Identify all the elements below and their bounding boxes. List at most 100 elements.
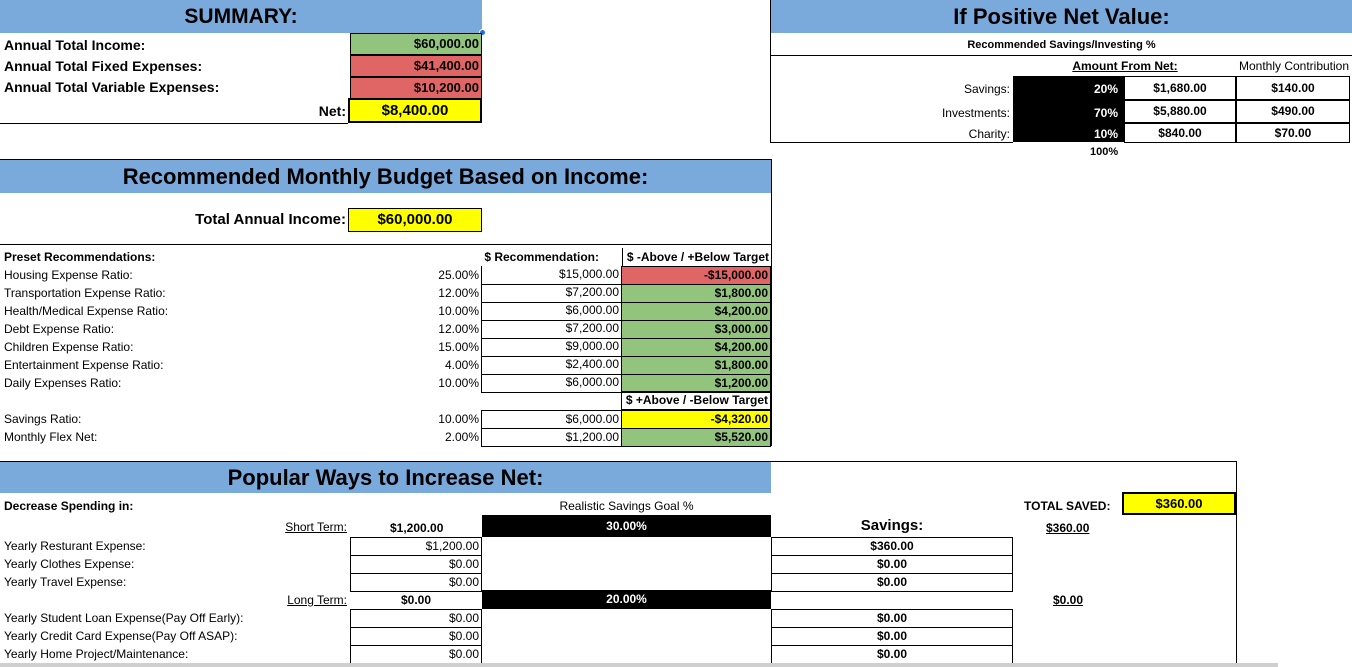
positive-investments-monthly[interactable]: $490.00 [1236, 100, 1350, 123]
spend-row-saving[interactable]: $0.00 [771, 645, 1013, 664]
positive-charity-monthly[interactable]: $70.00 [1236, 123, 1350, 143]
summary-variable-label: Annual Total Variable Expenses: [4, 79, 220, 95]
spend-row-value[interactable]: $0.00 [350, 573, 482, 592]
summary-bottom-border [0, 123, 348, 124]
short-term-savings-header: Savings: [860, 517, 924, 534]
positive-investments-pct[interactable]: 70% [1013, 106, 1124, 120]
budget-row-label: Health/Medical Expense Ratio: [4, 304, 169, 318]
increase-decrease-label: Decrease Spending in: [4, 499, 134, 513]
budget-row-rec[interactable]: $15,000.00 [481, 266, 622, 285]
budget-row-label: Transportation Expense Ratio: [4, 286, 166, 300]
budget-row: Savings Ratio: 10.00% $6,000.00 -$4,320.… [0, 410, 771, 429]
budget-row-rec[interactable]: $1,200.00 [481, 428, 622, 447]
budget-row: Debt Expense Ratio: 12.00% $7,200.00 $3,… [0, 320, 771, 339]
budget-row-diff[interactable]: -$4,320.00 [621, 410, 771, 429]
long-term-total: $0.00 [401, 593, 432, 607]
budget-row-pct[interactable]: 25.00% [380, 268, 479, 282]
budget-row-diff[interactable]: $3,000.00 [621, 320, 771, 339]
budget-row-pct[interactable]: 10.00% [380, 376, 479, 390]
budget-rec-header: $ Recommendation: [484, 250, 599, 264]
positive-total-pct: 100% [1090, 146, 1119, 158]
budget-row-rec[interactable]: $9,000.00 [481, 338, 622, 357]
long-term-label: Long Term: [287, 593, 347, 607]
budget-row-diff[interactable]: $1,800.00 [621, 284, 771, 303]
summary-fixed-label: Annual Total Fixed Expenses: [4, 58, 203, 74]
positive-savings-monthly[interactable]: $140.00 [1236, 76, 1350, 100]
budget-row: Health/Medical Expense Ratio: 10.00% $6,… [0, 302, 771, 321]
budget-row-label: Daily Expenses Ratio: [4, 376, 122, 390]
increase-total-saved-label: TOTAL SAVED: [1024, 499, 1111, 513]
budget-row-pct[interactable]: 10.00% [380, 412, 479, 426]
summary-variable-value[interactable]: $10,200.00 [350, 77, 482, 99]
positive-charity-pct[interactable]: 10% [1013, 127, 1124, 141]
spend-row-value[interactable]: $0.00 [350, 555, 482, 574]
budget-row-label: Children Expense Ratio: [4, 340, 134, 354]
spend-row-saving[interactable]: $0.00 [771, 627, 1013, 646]
spend-row-saving[interactable]: $0.00 [771, 573, 1013, 592]
budget-row-diff[interactable]: $4,200.00 [621, 338, 771, 357]
spend-row: Yearly Home Project/Maintenance: $0.00 $… [0, 645, 1013, 664]
budget-row-rec[interactable]: $6,000.00 [481, 410, 622, 429]
summary-fixed-value[interactable]: $41,400.00 [350, 55, 482, 77]
positive-charity-label: Charity: [968, 127, 1010, 141]
budget-row-pct[interactable]: 10.00% [380, 304, 479, 318]
budget-row-rec[interactable]: $7,200.00 [481, 284, 622, 303]
positive-savings-pct[interactable]: 20% [1013, 82, 1124, 96]
positive-savings-amount[interactable]: $1,680.00 [1124, 76, 1236, 100]
budget-row: Transportation Expense Ratio: 12.00% $7,… [0, 284, 771, 303]
summary-income-label: Annual Total Income: [4, 37, 146, 53]
spend-row: Yearly Clothes Expense: $0.00 $0.00 [0, 555, 1013, 574]
positive-title: If Positive Net Value: [953, 3, 1170, 29]
spend-row-value[interactable]: $0.00 [350, 609, 482, 628]
short-term-goal[interactable]: 30.00% [482, 515, 771, 537]
spend-row-value[interactable]: $1,200.00 [350, 537, 482, 556]
short-term-label: Short Term: [285, 520, 347, 534]
budget-row-pct[interactable]: 2.00% [380, 430, 479, 444]
horizontal-scrollbar[interactable] [0, 663, 1278, 667]
budget-row-rec[interactable]: $2,400.00 [481, 356, 622, 375]
spend-row-label: Yearly Clothes Expense: [4, 557, 135, 571]
budget-diff-header: $ -Above / +Below Target [622, 248, 769, 266]
budget-row-pct[interactable]: 12.00% [380, 286, 479, 300]
short-term-total: $1,200.00 [390, 521, 444, 535]
spend-row: Yearly Credit Card Expense(Pay Off ASAP)… [0, 627, 1013, 646]
budget-row-rec[interactable]: $7,200.00 [481, 320, 622, 339]
spend-row-value[interactable]: $0.00 [350, 645, 482, 664]
positive-header: If Positive Net Value: [771, 0, 1352, 33]
summary-net-value[interactable]: $8,400.00 [348, 98, 482, 123]
budget-row-label: Housing Expense Ratio: [4, 268, 133, 282]
budget-row-rec[interactable]: $6,000.00 [481, 374, 622, 393]
budget-row-pct[interactable]: 12.00% [380, 322, 479, 336]
budget-diff2-header: $ +Above / -Below Target [621, 391, 771, 410]
budget-row-pct[interactable]: 4.00% [380, 358, 479, 372]
increase-right-border [1236, 461, 1237, 667]
budget-row-label: Savings Ratio: [4, 412, 82, 426]
spend-row-saving[interactable]: $0.00 [771, 555, 1013, 574]
increase-title: Popular Ways to Increase Net: [227, 464, 544, 490]
positive-subtitle: Recommended Savings/Investing % [967, 39, 1156, 51]
budget-row-diff[interactable]: $1,800.00 [621, 356, 771, 375]
budget-income-value[interactable]: $60,000.00 [348, 208, 482, 232]
long-term-goal[interactable]: 20.00% [482, 590, 771, 609]
budget-row-rec[interactable]: $6,000.00 [481, 302, 622, 321]
spend-row-saving[interactable]: $360.00 [771, 537, 1013, 556]
summary-net-label: Net: [318, 103, 346, 119]
budget-row-pct[interactable]: 15.00% [380, 340, 479, 354]
budget-row-label: Entertainment Expense Ratio: [4, 358, 164, 372]
budget-row-diff[interactable]: $4,200.00 [621, 302, 771, 321]
budget-row-diff[interactable]: -$15,000.00 [621, 266, 771, 285]
budget-row-label: Monthly Flex Net: [4, 430, 98, 444]
spend-row-saving[interactable]: $0.00 [771, 609, 1013, 628]
positive-investments-amount[interactable]: $5,880.00 [1124, 100, 1236, 123]
budget-row-label: Debt Expense Ratio: [4, 322, 115, 336]
budget-income-label: Total Annual Income: [195, 211, 346, 228]
budget-income-border [0, 244, 771, 245]
summary-income-value[interactable]: $60,000.00 [350, 33, 482, 55]
spend-row-value[interactable]: $0.00 [350, 627, 482, 646]
positive-sub-border [771, 55, 1352, 56]
spend-row-label: Yearly Home Project/Maintenance: [4, 647, 189, 661]
budget-row-diff[interactable]: $5,520.00 [621, 428, 771, 447]
budget-row: Housing Expense Ratio: 25.00% $15,000.00… [0, 266, 771, 285]
increase-total-saved-value[interactable]: $360.00 [1122, 492, 1236, 515]
positive-charity-amount[interactable]: $840.00 [1124, 123, 1236, 143]
